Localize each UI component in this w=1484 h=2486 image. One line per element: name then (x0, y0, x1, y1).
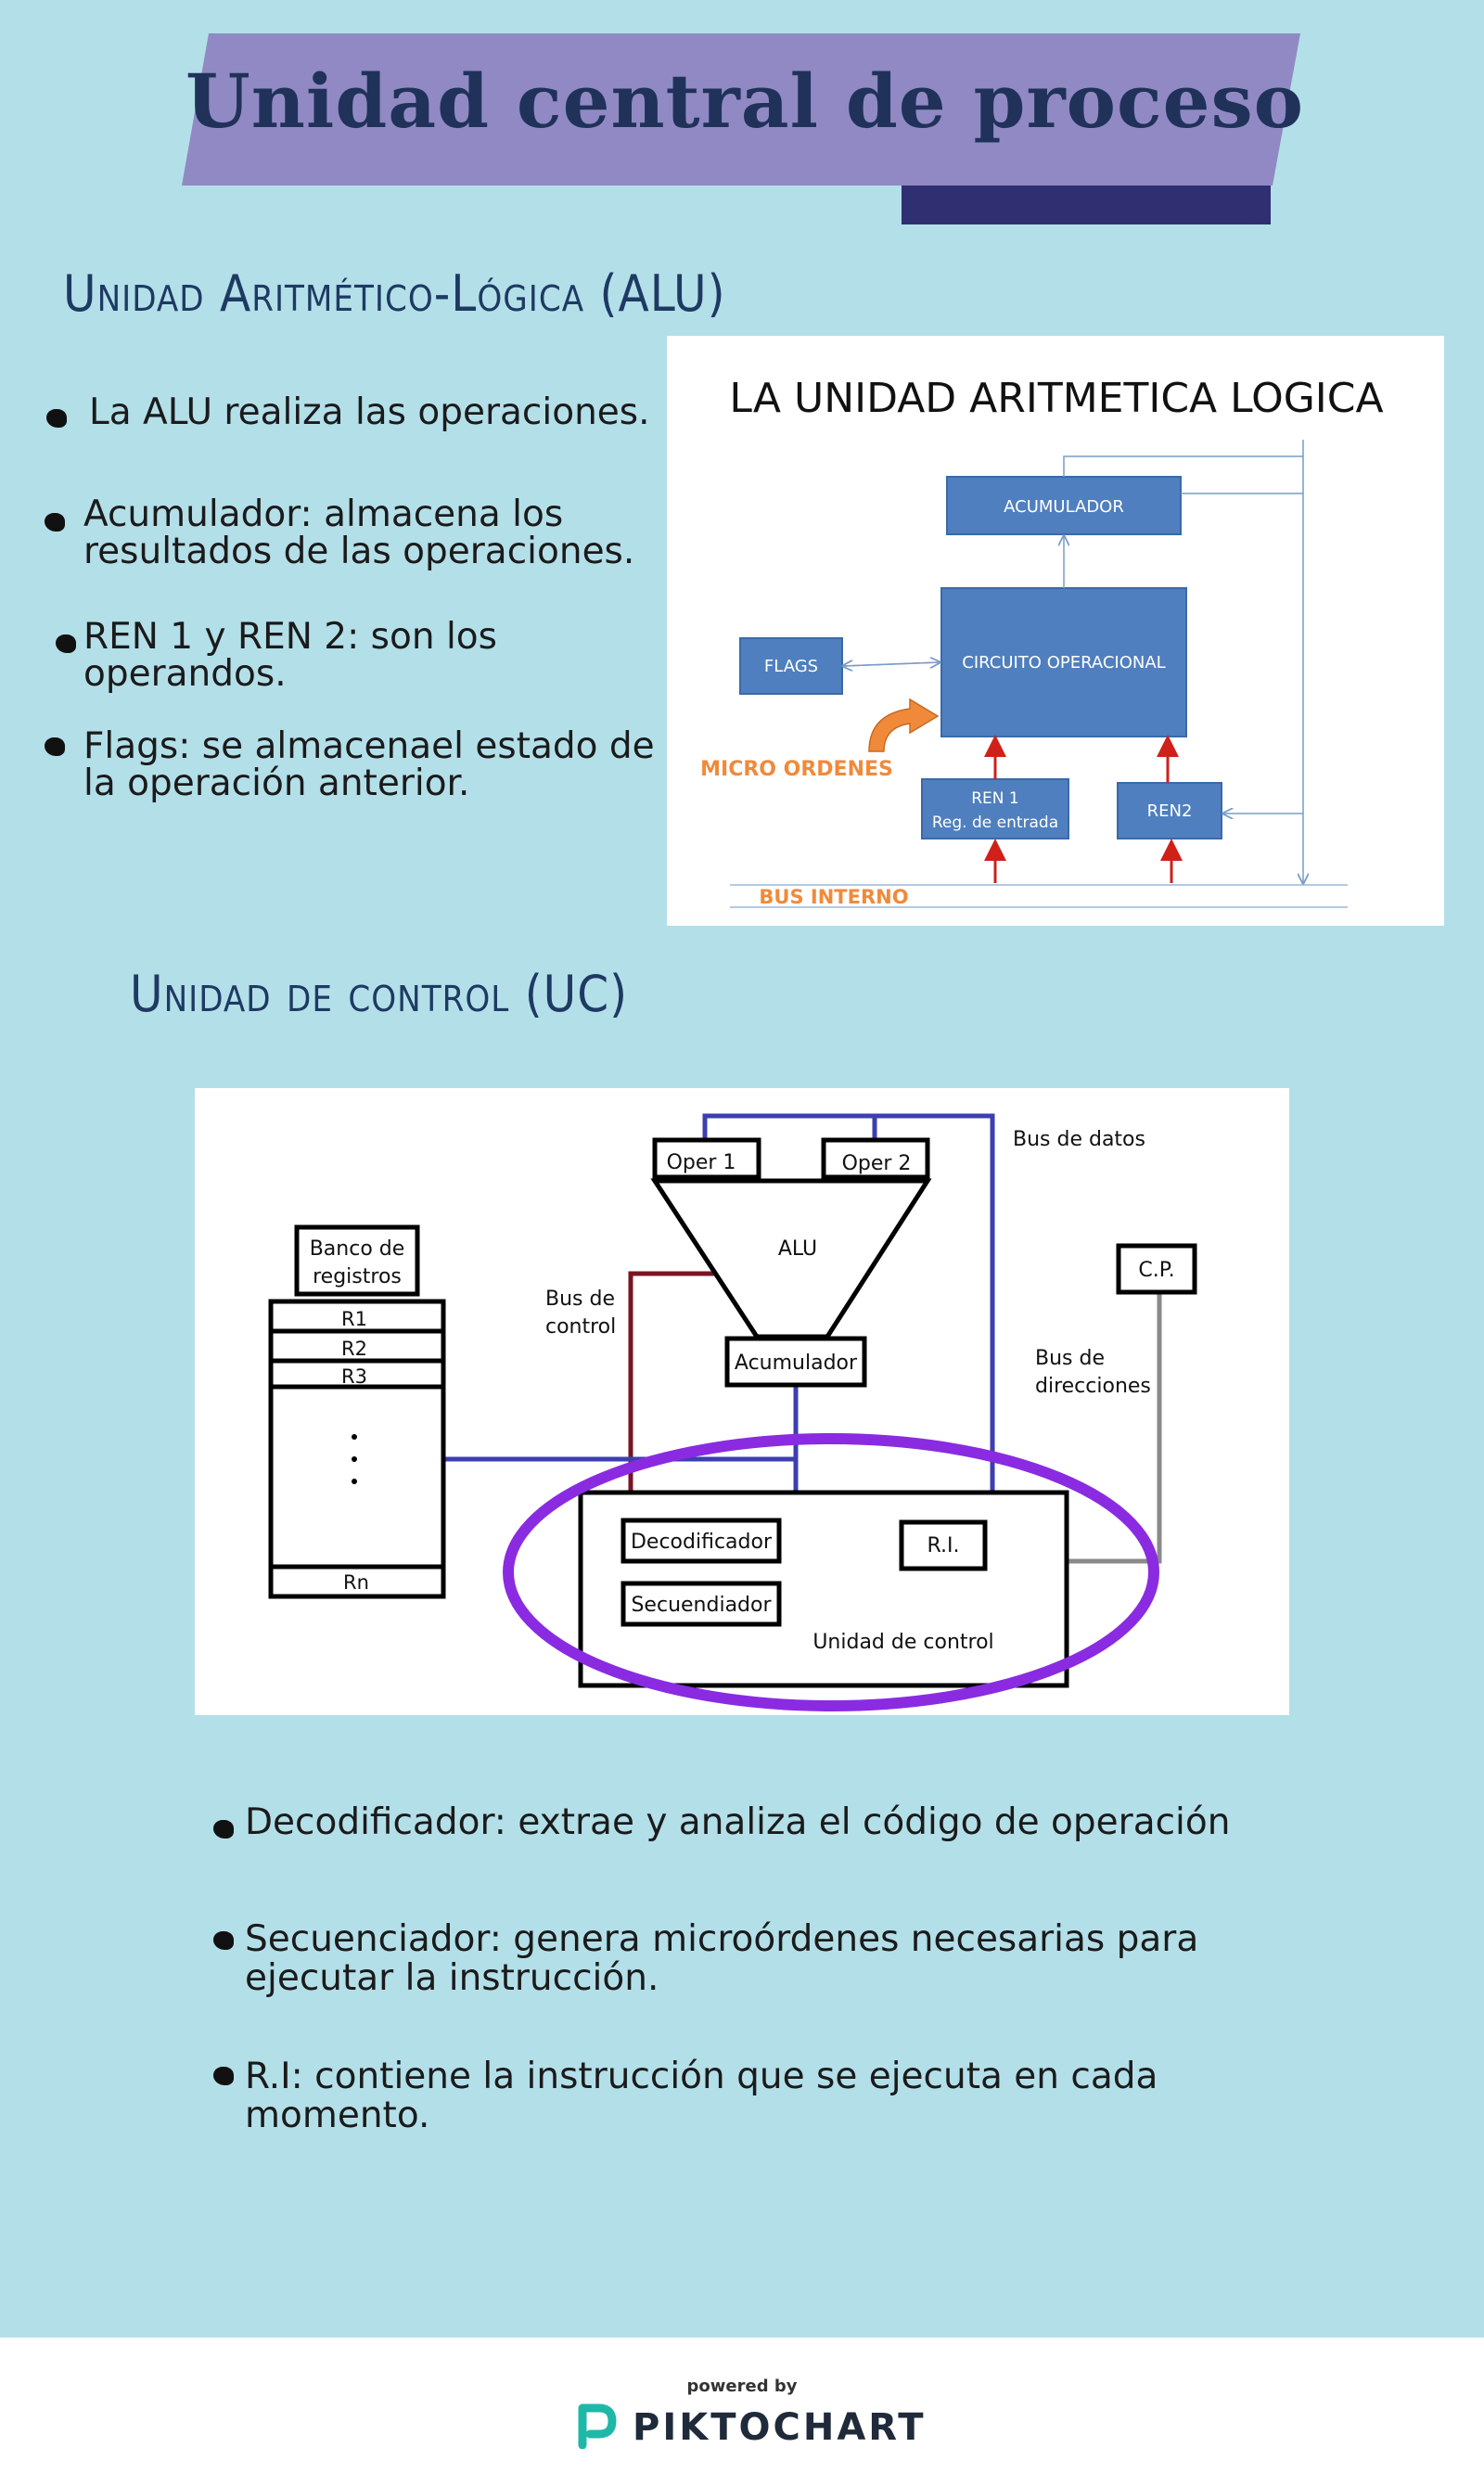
bus-direcciones-label-1: Bus de (1035, 1347, 1105, 1370)
bullet-icon (56, 634, 76, 653)
oper2-label: Oper 2 (842, 1152, 912, 1175)
accumulator-label: ACUMULADOR (1004, 497, 1124, 517)
alu-bullet-4b: la operación anterior. (83, 762, 470, 804)
bullet-icon (46, 409, 67, 428)
bus-direcciones-label-2: direcciones (1035, 1375, 1151, 1398)
ren1-label: REN 1 (971, 789, 1019, 808)
alu-bullet-2a: Acumulador: almacena los (83, 493, 564, 535)
register-r1: R1 (341, 1308, 367, 1330)
uc-bullet-3a: R.I: contiene la instrucción que se ejec… (245, 2056, 1158, 2097)
highlight-ellipse (503, 1433, 1159, 1711)
alu-section-heading: Unidad Aritmético-Lógica (ALU) (63, 264, 726, 323)
circuit-label: CIRCUITO OPERACIONAL (962, 653, 1165, 673)
flags-label: FLAGS (764, 657, 818, 676)
alu-label: ALU (778, 1237, 817, 1261)
uc-bullet-1: Decodificador: extrae y analiza el códig… (245, 1801, 1231, 1843)
alu-bullet-3b: operandos. (83, 653, 287, 695)
alu-bullet-3a: REN 1 y REN 2: son los (83, 616, 497, 658)
powered-by-label: powered by (686, 2377, 798, 2396)
uc-section-heading: Unidad de control (UC) (130, 965, 629, 1023)
register-r2: R2 (341, 1338, 367, 1360)
bullet-icon (213, 2067, 234, 2085)
bullet-icon (213, 1931, 234, 1950)
bullet-icon (45, 513, 65, 532)
micro-orders-label: MICRO ORDENES (700, 758, 893, 781)
alu-diagram: LA UNIDAD ARITMETICA LOGICA ACUMULADOR C… (667, 336, 1444, 926)
sequencer-label: Secuendiador (631, 1594, 772, 1617)
bus-datos-label: Bus de datos (1013, 1128, 1145, 1151)
register-bank-label-1: Banco de (310, 1237, 405, 1261)
register-rn: Rn (343, 1571, 369, 1594)
uc-bullet-2b: ejecutar la instrucción. (245, 1957, 659, 1999)
brand-name: PIKTOCHART (633, 2406, 927, 2449)
ri-label: R.I. (928, 1534, 960, 1557)
bullet-icon (45, 737, 65, 756)
bus-control-label-2: control (545, 1315, 616, 1339)
bullet-icon (213, 1820, 234, 1839)
alu-diagram-heading: LA UNIDAD ARITMETICA LOGICA (729, 375, 1383, 422)
piktochart-logo[interactable]: PIKTOCHART (577, 2401, 924, 2450)
ren2-label: REN2 (1147, 801, 1193, 821)
alu-bullet-1: La ALU realiza las operaciones. (89, 391, 650, 433)
uc-bullet-2a: Secuenciador: genera microórdenes necesa… (245, 1918, 1199, 1960)
control-unit-diagram: Oper 1 Oper 2 ALU Acumulador Bus de dato… (195, 1088, 1289, 1715)
control-unit-label: Unidad de control (812, 1631, 993, 1654)
oper1-label: Oper 1 (667, 1151, 736, 1174)
bus-control-label-1: Bus de (545, 1288, 615, 1311)
page-title: Unidad central de proceso (186, 58, 1304, 145)
decoder-label: Decodificador (631, 1531, 773, 1554)
bus-interno-label: BUS INTERNO (759, 886, 908, 908)
alu-bullet-4a: Flags: se almacenael estado de (83, 725, 655, 767)
uc-bullet-3b: momento. (245, 2095, 430, 2136)
alu-bullet-2b: resultados de las operaciones. (83, 531, 635, 572)
acumulador-label: Acumulador (735, 1352, 858, 1375)
register-r3: R3 (341, 1365, 367, 1388)
register-bank-label-2: registros (313, 1265, 402, 1288)
ren1-sublabel: Reg. de entrada (932, 814, 1058, 832)
cp-label: C.P. (1138, 1259, 1174, 1282)
micro-orders-arrow-icon (868, 698, 940, 752)
